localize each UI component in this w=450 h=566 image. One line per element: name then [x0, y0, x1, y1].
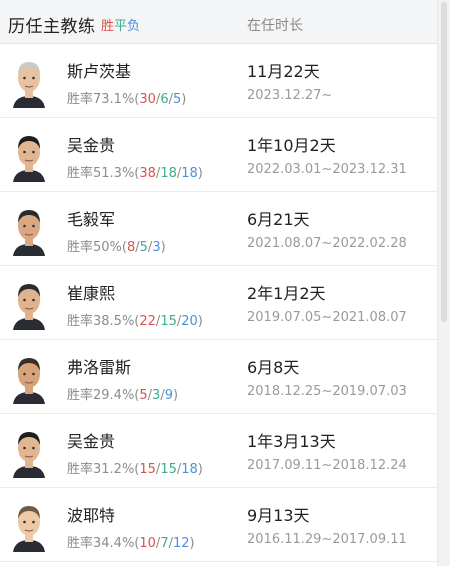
- coach-name: 吴金贵: [67, 136, 116, 155]
- win-rate-record: 胜率50%(8/5/3): [67, 240, 166, 255]
- tenure-period: 2022.03.01~2023.12.31: [247, 162, 407, 177]
- losses-count: 5: [172, 92, 182, 107]
- draws-count: 5: [139, 240, 148, 255]
- tenure-period: 2021.08.07~2022.02.28: [247, 236, 407, 251]
- section-title: 历任主教练: [8, 17, 96, 37]
- coach-row[interactable]: 吴金贵胜率31.2%(15/15/18) 1年3月13天 2017.09.11~20…: [0, 414, 437, 488]
- wins-count: 22: [139, 314, 156, 329]
- wins-count: 10: [139, 536, 156, 551]
- coach-avatar: [9, 130, 49, 182]
- coach-avatar: [9, 204, 49, 256]
- losses-count: 12: [172, 536, 190, 551]
- coach-name: 崔康熙: [67, 284, 116, 303]
- coach-row[interactable]: 波耶特胜率34.4%(10/7/12) 9月13天 2016.11.29~2017.…: [0, 488, 437, 562]
- win-rate-record: 胜率38.5%(22/15/20): [67, 314, 203, 329]
- draws-count: 6: [160, 92, 169, 107]
- scrollbar[interactable]: [437, 0, 450, 566]
- tenure-duration: 6月21天: [247, 210, 310, 229]
- win-rate-record: 胜率31.2%(15/15/18): [67, 462, 203, 477]
- win-rate: 胜率38.5%(: [67, 314, 140, 329]
- tenure-duration: 2年1月2天: [247, 284, 326, 303]
- coach-row[interactable]: 毛毅军胜率50%(8/5/3) 6月21天 2021.08.07~2022.02.2…: [0, 192, 437, 266]
- win-rate: 胜率50%(: [67, 240, 127, 255]
- win-rate-record: 胜率51.3%(38/18/18): [67, 166, 203, 181]
- coach-avatar: [9, 500, 49, 552]
- wins-count: 15: [139, 462, 156, 477]
- coach-name: 波耶特: [67, 506, 116, 525]
- win-rate: 胜率34.4%(: [67, 536, 140, 551]
- legend-win: 胜: [101, 19, 115, 34]
- tenure-period: 2016.11.29~2017.09.11: [247, 532, 407, 547]
- win-rate: 胜率29.4%(: [67, 388, 140, 403]
- coach-avatar: [9, 278, 49, 330]
- draws-count: 18: [160, 166, 177, 181]
- draws-count: 3: [152, 388, 161, 403]
- draws-count: 7: [160, 536, 169, 551]
- scrollbar-thumb[interactable]: [441, 2, 447, 322]
- wins-count: 5: [139, 388, 148, 403]
- win-rate: 胜率51.3%(: [67, 166, 140, 181]
- list-header: 历任主教练 胜平负 在任时长: [0, 0, 437, 44]
- coach-row[interactable]: 弗洛雷斯胜率29.4%(5/3/9) 6月8天 2018.12.25~2019.07…: [0, 340, 437, 414]
- win-rate-record: 胜率34.4%(10/7/12): [67, 536, 195, 551]
- tenure-period: 2023.12.27~: [247, 88, 333, 103]
- coach-name: 斯卢茨基: [67, 62, 132, 81]
- tenure-duration: 11月22天: [247, 62, 320, 81]
- win-rate-record: 胜率29.4%(5/3/9): [67, 388, 179, 403]
- losses-count: 20: [181, 314, 198, 329]
- losses-count: 18: [181, 166, 198, 181]
- tenure-period: 2018.12.25~2019.07.03: [247, 384, 407, 399]
- coach-row[interactable]: 斯卢茨基胜率73.1%(30/6/5) 11月22天 2023.12.27~: [0, 44, 437, 118]
- legend-draw: 平: [114, 19, 128, 34]
- coach-avatar: [9, 352, 49, 404]
- draws-count: 15: [160, 314, 177, 329]
- coach-name: 毛毅军: [67, 210, 116, 229]
- tenure-duration: 6月8天: [247, 358, 300, 377]
- tenure-column-header: 在任时长: [247, 18, 303, 34]
- coach-row[interactable]: 崔康熙胜率38.5%(22/15/20) 2年1月2天 2019.07.05~202…: [0, 266, 437, 340]
- losses-count: 18: [181, 462, 198, 477]
- coach-name: 弗洛雷斯: [67, 358, 132, 377]
- tenure-duration: 1年10月2天: [247, 136, 336, 155]
- win-rate: 胜率31.2%(: [67, 462, 140, 477]
- wins-count: 8: [126, 240, 136, 255]
- tenure-duration: 1年3月13天: [247, 432, 336, 451]
- coach-row[interactable]: 吴金贵胜率51.3%(38/18/18) 1年10月2天 2022.03.01~20…: [0, 118, 437, 192]
- coach-avatar: [9, 56, 49, 108]
- win-rate-record: 胜率73.1%(30/6/5): [67, 92, 187, 107]
- wins-count: 38: [139, 166, 156, 181]
- losses-count: 3: [152, 240, 161, 255]
- draws-count: 15: [160, 462, 177, 477]
- coach-avatar: [9, 426, 49, 478]
- losses-count: 9: [164, 388, 173, 403]
- wins-count: 30: [139, 92, 156, 107]
- tenure-period: 2019.07.05~2021.08.07: [247, 310, 407, 325]
- coach-name: 吴金贵: [67, 432, 116, 451]
- legend-loss: 负: [127, 19, 141, 34]
- tenure-period: 2017.09.11~2018.12.24: [247, 458, 407, 473]
- tenure-duration: 9月13天: [247, 506, 310, 525]
- win-rate: 胜率73.1%(: [67, 92, 140, 107]
- result-legend: 胜平负: [101, 15, 140, 34]
